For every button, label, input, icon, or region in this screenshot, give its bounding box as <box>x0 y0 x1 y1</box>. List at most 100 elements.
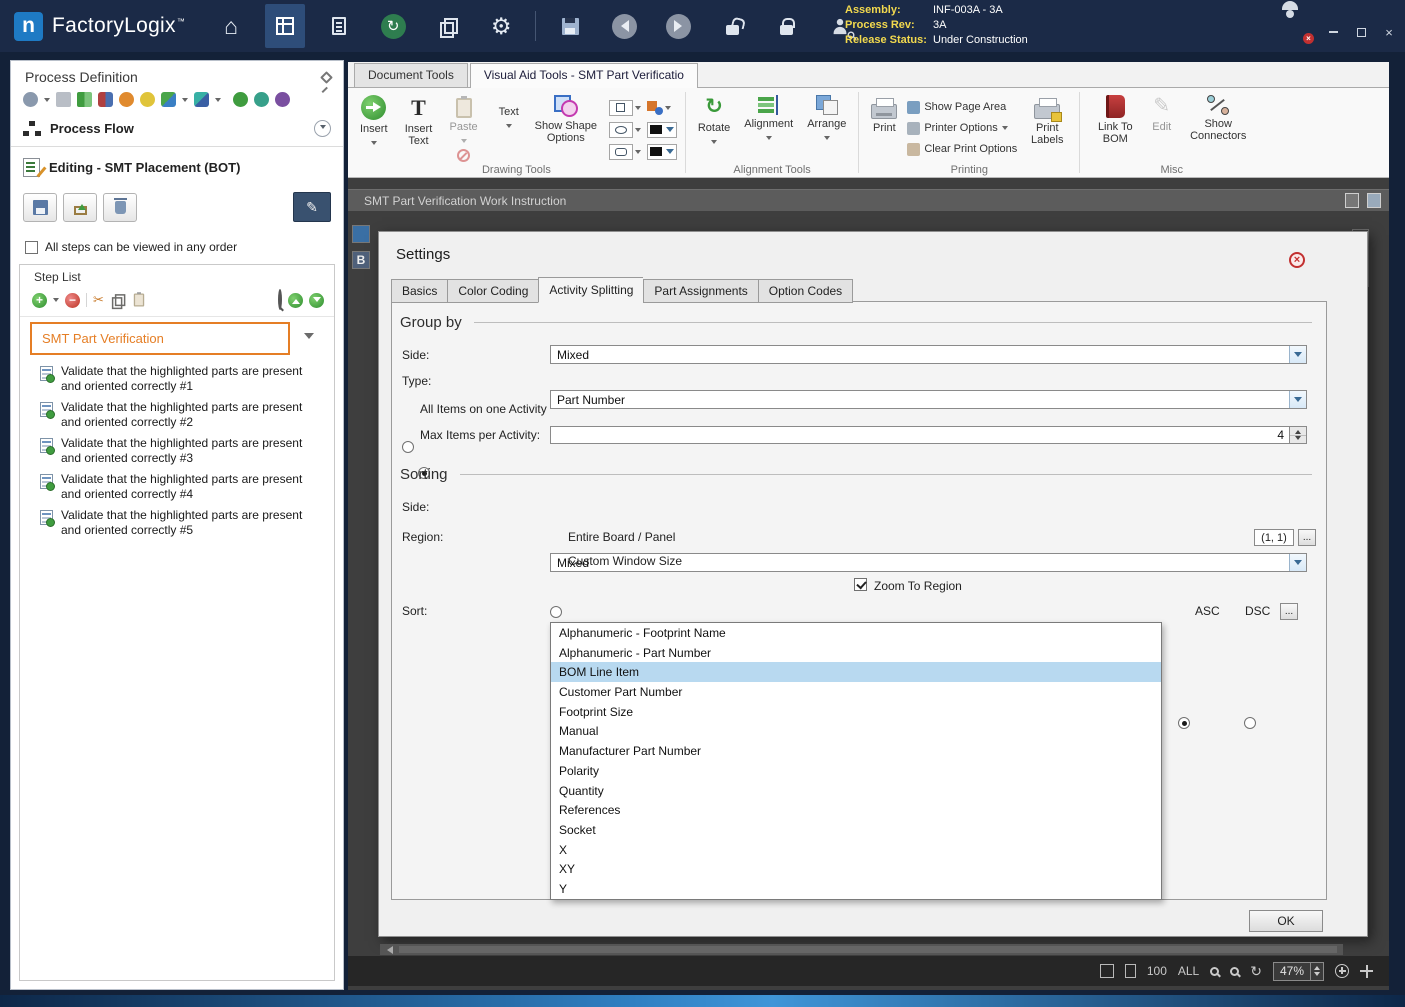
tab-part-assignments[interactable]: Part Assignments <box>643 279 758 303</box>
group-side-combobox[interactable]: Mixed <box>550 345 1307 364</box>
print-icon[interactable] <box>56 92 71 107</box>
max-items-spinner[interactable] <box>1290 426 1307 444</box>
dropdown-option-selected[interactable]: BOM Line Item <box>551 662 1161 683</box>
shape-ellipse-picker[interactable] <box>608 120 641 139</box>
collapse-button[interactable] <box>314 120 331 137</box>
print-labels-button[interactable]: Print Labels <box>1023 92 1071 149</box>
fill-color-picker[interactable] <box>646 142 677 161</box>
settings-button[interactable]: ⚙ <box>481 4 521 48</box>
paste-button[interactable]: Paste <box>446 92 482 165</box>
unlock-button[interactable] <box>712 4 752 48</box>
combo-arrow-icon[interactable] <box>1289 391 1306 408</box>
back-button[interactable] <box>604 4 644 48</box>
shape-rect-picker[interactable] <box>608 98 641 117</box>
zoom-step-button[interactable] <box>278 289 282 310</box>
tab-option-codes[interactable]: Option Codes <box>757 279 854 303</box>
dropdown-option[interactable]: Socket <box>551 820 1161 840</box>
bold-marker[interactable]: B <box>352 251 370 269</box>
dropdown-arrow-icon[interactable] <box>215 97 221 105</box>
dropdown-option[interactable]: X <box>551 840 1161 860</box>
all-items-radio[interactable] <box>402 441 414 453</box>
start-icon[interactable] <box>233 92 248 107</box>
printer-options-button[interactable]: Printer Options <box>907 119 1017 137</box>
paste-button[interactable] <box>133 292 145 307</box>
chevron-down-icon[interactable] <box>304 333 314 344</box>
shape-rounded-picker[interactable] <box>608 142 641 161</box>
selected-step-row[interactable]: SMT Part Verification <box>30 322 324 355</box>
insert-button[interactable]: Insert <box>356 92 392 151</box>
show-page-area-button[interactable]: Show Page Area <box>907 98 1017 116</box>
page-view-icon[interactable] <box>1345 193 1359 208</box>
close-button[interactable]: × <box>1381 24 1397 40</box>
home-button[interactable]: ⌂ <box>211 4 251 48</box>
alignment-button[interactable]: Alignment <box>740 92 797 146</box>
dropdown-option[interactable]: Footprint Size <box>551 702 1161 722</box>
zoom-100-button[interactable]: 100 <box>1147 964 1167 978</box>
dropdown-option[interactable]: Quantity <box>551 781 1161 801</box>
fit-width-icon[interactable] <box>1124 964 1136 978</box>
pin-icon[interactable] <box>320 70 333 84</box>
list-item[interactable]: Validate that the highlighted parts are … <box>20 361 334 397</box>
forward-button[interactable] <box>658 4 698 48</box>
list-item[interactable]: Validate that the highlighted parts are … <box>20 433 334 469</box>
show-connectors-button[interactable]: Show Connectors <box>1181 92 1255 145</box>
dropdown-option[interactable]: Manual <box>551 722 1161 742</box>
layout-icon[interactable] <box>194 92 209 107</box>
edit-notes-button[interactable]: ✎ <box>293 192 331 222</box>
dropdown-option[interactable]: Polarity <box>551 761 1161 781</box>
group-icon[interactable] <box>161 92 176 107</box>
move-up-button[interactable] <box>288 292 303 308</box>
canvas-horizontal-scrollbar[interactable] <box>380 944 1343 955</box>
tab-color-coding[interactable]: Color Coding <box>447 279 539 303</box>
tab-basics[interactable]: Basics <box>391 279 448 303</box>
arrange-button[interactable]: Arrange <box>803 92 850 146</box>
document-routing-button[interactable] <box>319 4 359 48</box>
filter-icon[interactable] <box>23 92 38 107</box>
dropdown-option[interactable]: Y <box>551 879 1161 899</box>
minimize-button[interactable] <box>1325 24 1341 40</box>
add-step-dropdown-icon[interactable] <box>53 298 59 305</box>
dialog-close-button[interactable]: × <box>1289 252 1305 268</box>
region-more-button[interactable]: ... <box>1298 529 1316 546</box>
list-item[interactable]: Validate that the highlighted parts are … <box>20 505 334 541</box>
dropdown-option[interactable]: XY <box>551 860 1161 880</box>
record-icon[interactable] <box>275 92 290 107</box>
move-down-button[interactable] <box>309 292 324 308</box>
import-button[interactable] <box>63 192 97 222</box>
operator-icon[interactable] <box>119 92 134 107</box>
max-items-input[interactable] <box>550 426 1290 444</box>
process-flow-row[interactable]: Process Flow <box>11 113 343 144</box>
zoom-all-button[interactable]: ALL <box>1178 964 1199 978</box>
canvas-tool-icon[interactable] <box>352 225 370 243</box>
print-button[interactable]: Print <box>867 92 901 137</box>
insert-text-button[interactable]: T Insert Text <box>398 92 440 150</box>
dropdown-option[interactable]: Customer Part Number <box>551 682 1161 702</box>
trainer-icon[interactable] <box>140 92 155 107</box>
dropdown-arrow-icon[interactable] <box>44 97 50 105</box>
zoom-to-region-checkbox[interactable] <box>854 578 867 591</box>
line-color-picker[interactable] <box>646 120 677 139</box>
status-icon[interactable] <box>254 92 269 107</box>
scroll-left-icon[interactable] <box>383 945 393 954</box>
group-type-combobox[interactable]: Part Number <box>550 390 1307 409</box>
tab-document-tools[interactable]: Document Tools <box>354 63 468 87</box>
zoom-level-control[interactable]: 47% <box>1272 961 1324 981</box>
save-step-button[interactable] <box>23 192 57 222</box>
fill-style-picker[interactable] <box>646 98 677 117</box>
dsc-radio[interactable] <box>1244 717 1257 729</box>
dropdown-option[interactable]: References <box>551 800 1161 820</box>
edit-button[interactable]: ✎ Edit <box>1148 92 1175 136</box>
sort-more-button[interactable]: ... <box>1280 603 1298 620</box>
lock-button[interactable] <box>766 4 806 48</box>
rotate-button[interactable]: ↻ Rotate <box>694 92 734 150</box>
fit-page-icon[interactable] <box>1099 964 1114 978</box>
scrollbar-track[interactable] <box>399 946 1337 953</box>
list-item[interactable]: Validate that the highlighted parts are … <box>20 469 334 505</box>
user-button[interactable]: × <box>1280 10 1314 44</box>
text-style-button[interactable]: Text <box>495 92 523 134</box>
cut-button[interactable]: ✂ <box>93 292 104 308</box>
sync-button[interactable]: ↻ <box>373 4 413 48</box>
dropdown-option[interactable]: Alphanumeric - Footprint Name <box>551 623 1161 643</box>
rotate-view-icon[interactable]: ↻ <box>1250 963 1262 980</box>
process-editor-button[interactable] <box>265 4 306 48</box>
